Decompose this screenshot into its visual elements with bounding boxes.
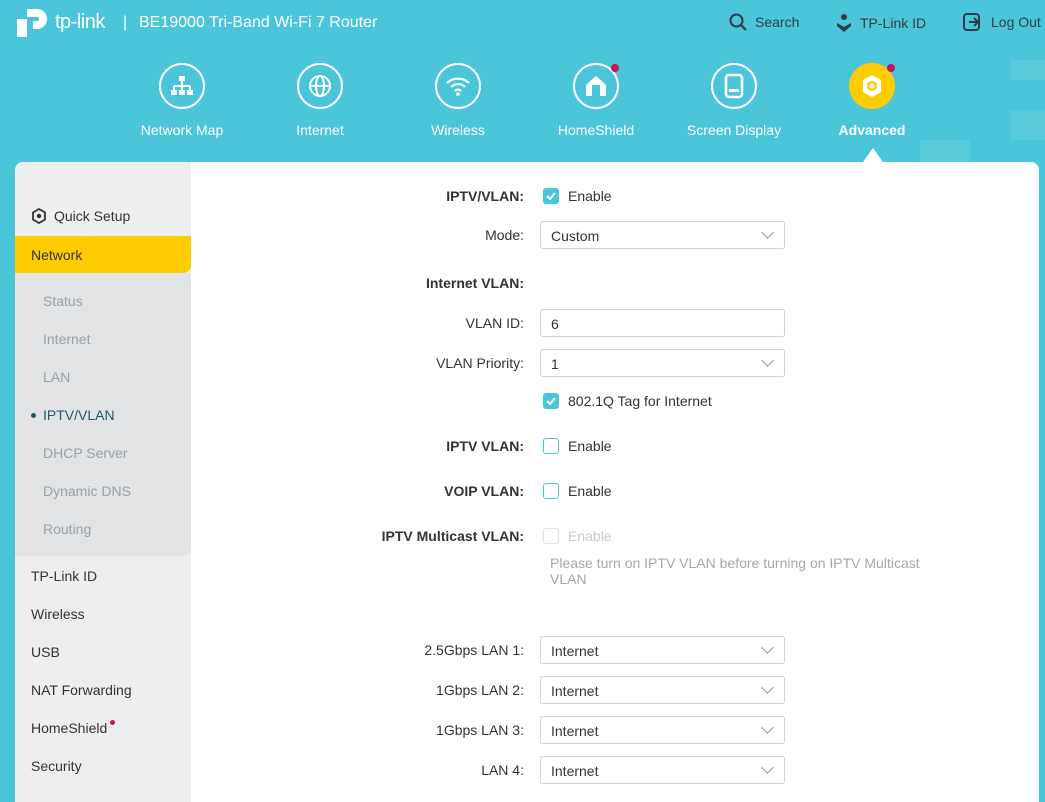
iptv-vlan-enable-checkbox[interactable]: Enable [543,188,612,204]
port-select[interactable]: Internet [540,756,785,784]
checkbox-checked-icon [543,393,559,409]
search-label: Search [755,14,800,30]
multicast-enable-checkbox[interactable]: Enable [543,528,612,544]
vlan-id-label: VLAN ID: [465,315,524,331]
nav-network-map[interactable]: Network Map [117,63,247,138]
logout-icon [963,13,980,31]
wifi-icon [446,77,470,96]
iptv-enable-checkbox[interactable]: Enable [543,438,612,454]
vlan-priority-select[interactable]: 1 [540,349,785,377]
logout-button[interactable]: Log Out [963,13,1041,31]
mode-label: Mode: [485,227,524,243]
port-select[interactable]: Internet [540,636,785,664]
sidebar-sub-iptv-vlan[interactable]: IPTV/VLAN [31,407,115,423]
quick-setup-gear-icon [32,208,46,224]
sidebar-item-tplink-id[interactable]: TP-Link ID [31,568,97,584]
tp-link-logo-icon [17,9,47,37]
tplink-id-icon [837,14,851,32]
vlan-id-input[interactable]: 6 [540,309,785,337]
iptv-label: IPTV VLAN: [446,438,524,454]
port-label: 1Gbps LAN 3: [436,722,524,738]
8021q-tag-checkbox[interactable]: 802.1Q Tag for Internet [543,393,712,409]
multicast-label: IPTV Multicast VLAN: [381,528,524,544]
nav-advanced[interactable]: Advanced [807,63,937,138]
sidebar-sub-routing[interactable]: Routing [43,521,91,537]
sidebar-item-network[interactable]: Network [15,236,191,273]
search-button[interactable]: Search [729,13,799,31]
sidebar-sub-status[interactable]: Status [43,293,83,309]
sidebar-item-homeshield[interactable]: HomeShield [31,720,116,736]
nav-internet[interactable]: Internet [255,63,385,138]
sidebar-item-quick-setup[interactable]: Quick Setup [31,208,130,224]
sidebar: Quick Setup Network Status Internet LAN … [15,162,191,802]
notification-badge [611,64,619,72]
search-icon [729,13,747,31]
content-card: Quick Setup Network Status Internet LAN … [15,162,1039,802]
network-submenu: Status Internet LAN IPTV/VLAN DHCP Serve… [15,273,191,556]
network-map-icon [171,76,193,95]
chevron-down-icon [761,761,774,774]
port-label: 1Gbps LAN 2: [436,682,524,698]
notification-badge [110,720,116,725]
checkbox-checked-icon [543,188,559,204]
sidebar-item-wireless[interactable]: Wireless [31,606,85,622]
mode-select[interactable]: Custom [540,221,785,249]
logout-label: Log Out [991,14,1041,30]
internet-vlan-label: Internet VLAN: [425,275,524,291]
chevron-down-icon [761,721,774,734]
chevron-down-icon [761,641,774,654]
sidebar-sub-internet[interactable]: Internet [43,331,90,347]
nav-wireless[interactable]: Wireless [393,63,523,138]
sidebar-item-nat-forwarding[interactable]: NAT Forwarding [31,682,132,698]
nav-screen-display[interactable]: Screen Display [669,63,799,138]
port-select[interactable]: Internet [540,716,785,744]
sidebar-item-security[interactable]: Security [31,758,82,774]
tplink-id-label: TP-Link ID [860,15,927,31]
sidebar-sub-lan[interactable]: LAN [43,369,70,385]
homeshield-icon [586,76,606,96]
active-nav-pointer [863,148,883,162]
chevron-down-icon [761,354,774,367]
screen-icon [724,73,744,99]
sidebar-sub-dhcp-server[interactable]: DHCP Server [43,445,128,461]
globe-icon [309,75,331,97]
nav-homeshield[interactable]: HomeShield [531,63,661,138]
tp-link-logo[interactable]: tp-link [15,5,105,39]
tplink-id-button[interactable]: TP-Link ID [836,13,926,33]
port-label: 2.5Gbps LAN 1: [424,642,524,658]
chevron-down-icon [761,681,774,694]
voip-label: VOIP VLAN: [444,483,524,499]
brand-text: tp-link [55,10,105,33]
sidebar-sub-dynamic-dns[interactable]: Dynamic DNS [43,483,131,499]
divider: | [123,14,128,31]
notification-badge [887,64,895,72]
header: tp-link | BE19000 Tri-Band Wi-Fi 7 Route… [0,0,1045,170]
sidebar-item-usb[interactable]: USB [31,644,60,660]
multicast-help-text: Please turn on IPTV VLAN before turning … [550,555,920,587]
model-title: BE19000 Tri-Band Wi-Fi 7 Router [139,14,378,31]
port-label: LAN 4: [481,762,524,778]
gear-icon [863,75,881,97]
port-select[interactable]: Internet [540,676,785,704]
chevron-down-icon [761,226,774,239]
vlan-priority-label: VLAN Priority: [436,355,524,371]
voip-enable-checkbox[interactable]: Enable [543,483,612,499]
iptv-vlan-label: IPTV/VLAN: [446,188,524,204]
